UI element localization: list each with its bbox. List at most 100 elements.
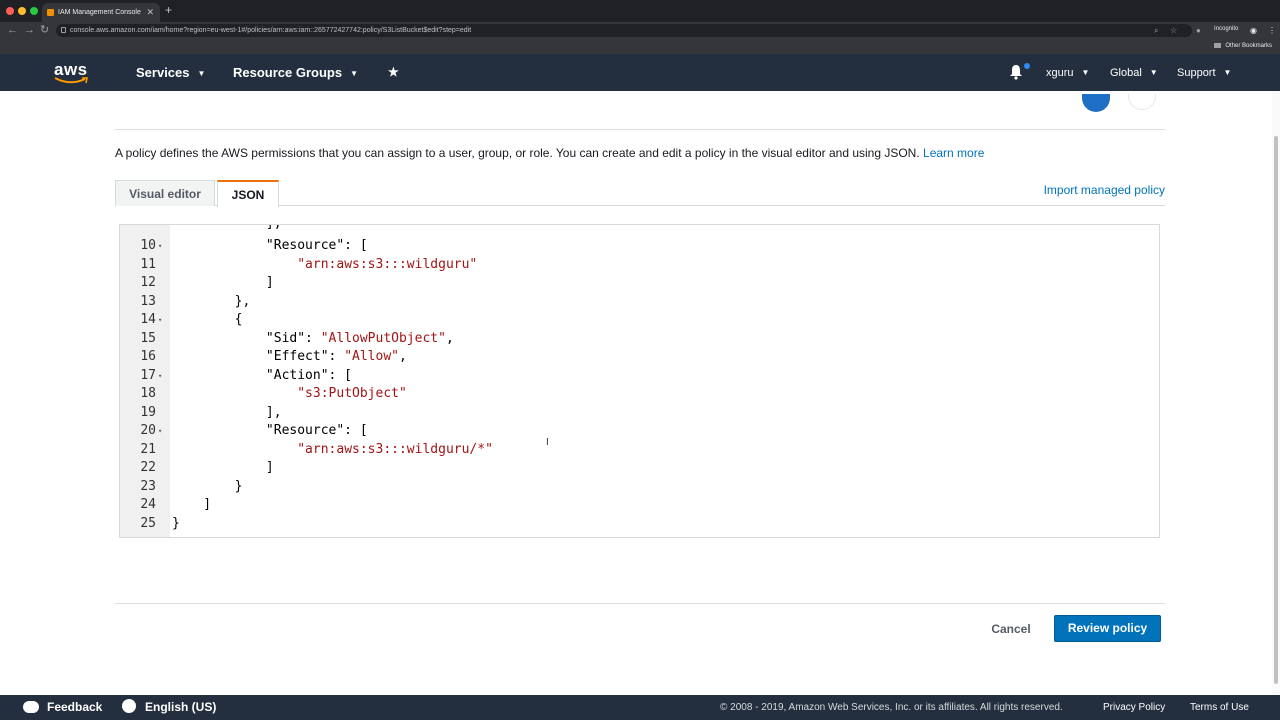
- globe-icon: [122, 699, 136, 713]
- lock-icon: [61, 27, 66, 33]
- fold-arrow-icon[interactable]: ▾: [158, 311, 162, 330]
- language-label: English (US): [145, 700, 217, 714]
- bookmark-star-icon[interactable]: ☆: [1170, 24, 1177, 37]
- fold-arrow-icon[interactable]: ▾: [158, 237, 162, 256]
- services-menu[interactable]: Services ▼: [136, 54, 205, 92]
- code-line: 18 "s3:PutObject": [120, 385, 1159, 404]
- extension-icon[interactable]: ●: [1196, 24, 1201, 37]
- code-text: "Effect": "Allow",: [172, 349, 407, 364]
- code-text: "Sid": "AllowPutObject",: [172, 330, 454, 346]
- aws-logo[interactable]: aws: [54, 60, 90, 86]
- divider: [115, 603, 1165, 604]
- reload-icon[interactable]: ↻: [40, 23, 49, 38]
- feedback-button[interactable]: Feedback: [23, 695, 102, 720]
- chevron-down-icon: ▼: [197, 69, 206, 78]
- zoom-icon[interactable]: ⌕: [1154, 24, 1158, 37]
- copyright-text: © 2008 - 2019, Amazon Web Services, Inc.…: [720, 702, 1063, 713]
- tab-visual-editor[interactable]: Visual editor: [115, 180, 215, 206]
- terms-of-use-link[interactable]: Terms of Use: [1190, 695, 1249, 720]
- line-number: 25: [140, 515, 156, 531]
- user-menu[interactable]: xguru ▼: [1046, 54, 1089, 92]
- code-line-partial: ],: [120, 225, 1159, 234]
- code-text: ]: [172, 275, 274, 290]
- maximize-window-icon[interactable]: [30, 7, 38, 15]
- incognito-icon[interactable]: ◉: [1250, 24, 1257, 37]
- code-text: "s3:PutObject": [297, 386, 407, 401]
- feedback-label: Feedback: [47, 700, 103, 714]
- aws-top-nav: aws Services ▼ Resource Groups ▼ ★ xguru ▼ …: [0, 54, 1280, 91]
- user-label: xguru: [1046, 67, 1074, 79]
- code-text: ],: [172, 404, 282, 420]
- code-line: 14 ▾ {: [120, 311, 1159, 330]
- code-text: "Resource": [: [172, 423, 368, 438]
- code-text: {: [172, 312, 243, 327]
- aws-smile-icon: [54, 77, 88, 84]
- code-line: 16 "Effect": "Allow",: [120, 348, 1159, 367]
- code-text: },: [172, 293, 251, 309]
- region-menu[interactable]: Global ▼: [1110, 54, 1158, 92]
- code-text: "arn:aws:s3:::wildguru": [297, 256, 478, 272]
- code-line: 12 ]: [120, 274, 1159, 293]
- code-line: 20 ▾ "Resource": [: [120, 422, 1159, 441]
- pin-icon[interactable]: ★: [388, 54, 399, 91]
- line-number: 21: [140, 441, 156, 457]
- code-line: 17 ▾ "Action": [: [120, 367, 1159, 386]
- divider: [115, 129, 1165, 130]
- notification-badge: [1024, 63, 1030, 69]
- import-managed-policy-link[interactable]: Import managed policy: [1044, 182, 1165, 198]
- language-selector[interactable]: English (US): [122, 695, 216, 720]
- line-number: 15: [140, 330, 156, 346]
- line-number: 11: [140, 256, 156, 272]
- resource-groups-menu[interactable]: Resource Groups ▼: [233, 54, 358, 92]
- notification-bell-icon[interactable]: [1009, 64, 1023, 80]
- chevron-down-icon: ▼: [1223, 68, 1232, 77]
- close-window-icon[interactable]: [6, 7, 14, 15]
- review-policy-button[interactable]: Review policy: [1054, 615, 1161, 642]
- policy-description-text: A policy defines the AWS permissions tha…: [115, 146, 920, 160]
- line-number: 14: [140, 312, 156, 327]
- fold-arrow-icon[interactable]: ▾: [158, 367, 162, 386]
- forward-icon[interactable]: →: [24, 23, 35, 38]
- aws-favicon-icon: [47, 9, 54, 16]
- privacy-policy-link[interactable]: Privacy Policy: [1103, 695, 1165, 720]
- bookmarks-bar: Other Bookmarks: [0, 39, 1280, 54]
- chat-bubble-icon: [23, 701, 39, 713]
- learn-more-link[interactable]: Learn more: [923, 146, 984, 160]
- browser-tab[interactable]: IAM Management Console ✕: [42, 3, 160, 22]
- tab-json[interactable]: JSON: [217, 180, 279, 207]
- code-line: 13 },: [120, 293, 1159, 312]
- tab-close-icon[interactable]: ✕: [146, 3, 154, 22]
- code-line: 11 "arn:aws:s3:::wildguru": [120, 256, 1159, 275]
- browser-tab-title: IAM Management Console: [58, 9, 141, 16]
- editor-tabs: Visual editor JSON Import managed policy: [115, 180, 1165, 207]
- chevron-down-icon: ▼: [350, 69, 359, 78]
- page-scrollbar-thumb[interactable]: [1274, 136, 1278, 684]
- code-line: 19 ],: [120, 404, 1159, 423]
- minimize-window-icon[interactable]: [18, 7, 26, 15]
- chevron-down-icon: ▼: [1081, 68, 1090, 77]
- address-bar[interactable]: console.aws.amazon.com/iam/home?region=e…: [56, 24, 1192, 37]
- code-text: ]: [172, 497, 212, 512]
- other-bookmarks[interactable]: Other Bookmarks: [1214, 39, 1272, 54]
- code-text: "Resource": [: [172, 238, 368, 253]
- code-text: "arn:aws:s3:::wildguru/*": [297, 441, 493, 457]
- fold-arrow-icon[interactable]: ▾: [158, 422, 162, 441]
- json-code-editor[interactable]: ], 10▾ "Resource": [11 "arn:aws:s3:::wil…: [119, 224, 1160, 538]
- line-number: 17: [140, 367, 156, 383]
- region-label: Global: [1110, 67, 1142, 79]
- menu-icon[interactable]: ⋮: [1268, 24, 1276, 37]
- cancel-button[interactable]: Cancel: [985, 618, 1037, 640]
- support-menu[interactable]: Support ▼: [1177, 54, 1231, 92]
- code-line: 25}: [120, 515, 1159, 534]
- browser-toolbar: ← → ↻ console.aws.amazon.com/iam/home?re…: [0, 22, 1280, 39]
- code-text: }: [172, 515, 180, 531]
- code-line: 22 ]: [120, 459, 1159, 478]
- incognito-label: Incognito: [1214, 26, 1239, 32]
- line-number: 18: [140, 386, 156, 401]
- code-line: 15 "Sid": "AllowPutObject",: [120, 330, 1159, 349]
- line-number: 16: [140, 349, 156, 364]
- policy-description: A policy defines the AWS permissions tha…: [115, 145, 984, 161]
- resource-groups-label: Resource Groups: [233, 65, 343, 80]
- new-tab-icon[interactable]: +: [165, 3, 172, 17]
- back-icon[interactable]: ←: [7, 23, 18, 38]
